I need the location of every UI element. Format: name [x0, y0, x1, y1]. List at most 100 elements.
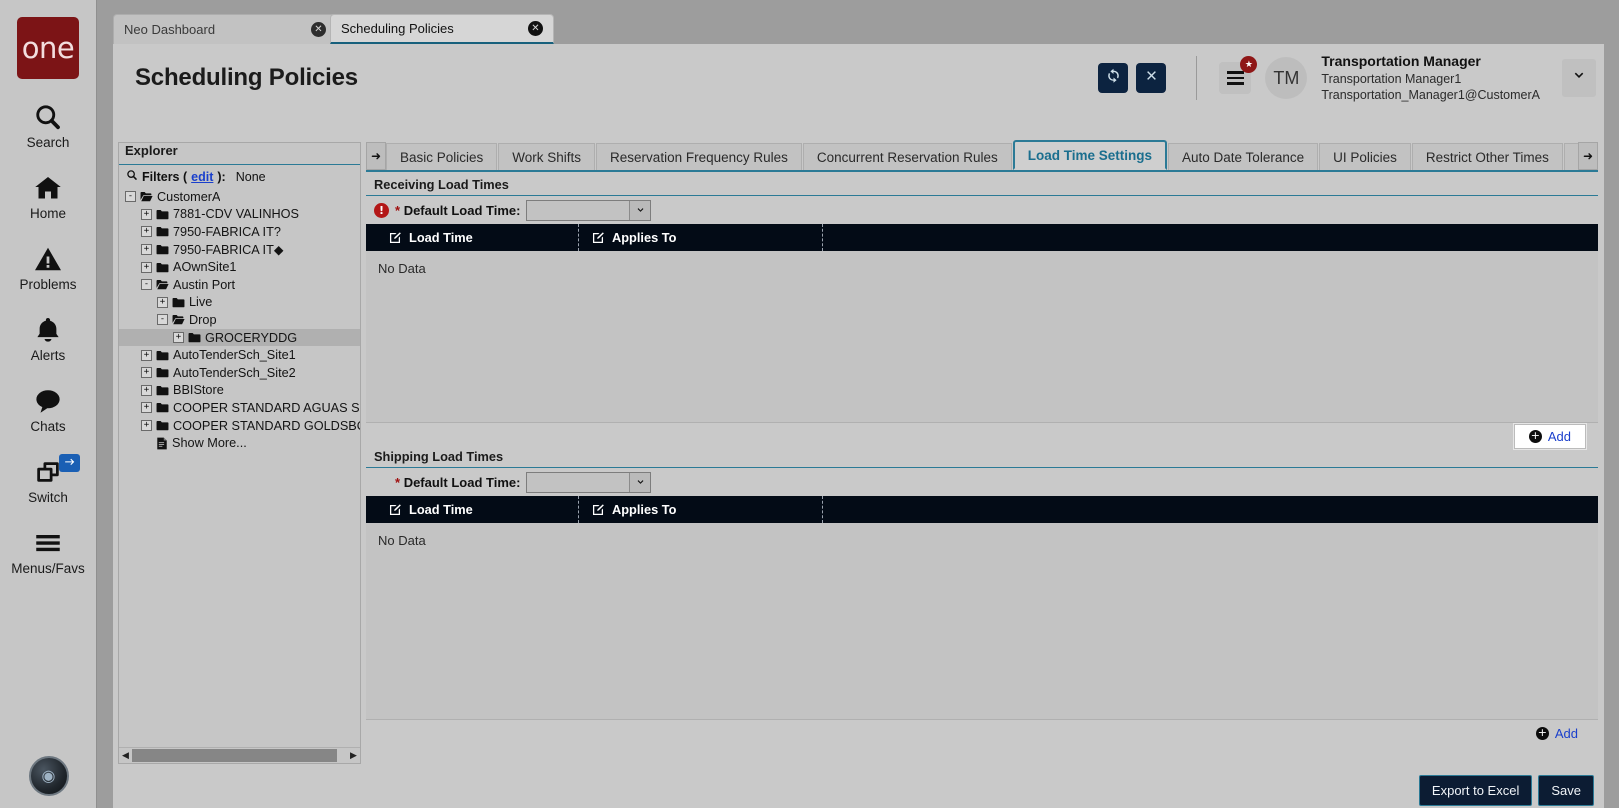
rail-label-problems: Problems — [19, 277, 77, 292]
scrollbar-thumb[interactable] — [132, 749, 337, 762]
expand-toggle-icon[interactable]: + — [141, 384, 152, 396]
expand-toggle-icon[interactable]: + — [141, 226, 152, 238]
expand-toggle-icon[interactable]: + — [141, 261, 152, 273]
expand-toggle-icon[interactable]: + — [173, 332, 184, 344]
collapse-toggle-icon[interactable]: - — [157, 314, 168, 326]
explorer-filters-row: Filters (edit): None — [119, 165, 360, 187]
refresh-button[interactable] — [1098, 63, 1129, 93]
plus-circle-icon: + — [1535, 725, 1549, 740]
tree-node[interactable]: + COOPER STANDARD AGUAS SEALING (3 — [119, 399, 360, 417]
folder-closed-icon — [156, 244, 169, 255]
filters-edit-link[interactable]: edit — [191, 170, 213, 184]
shipping-col-load-time[interactable]: Load Time — [366, 496, 578, 523]
expand-toggle-icon[interactable]: + — [141, 208, 152, 220]
expand-toggle-icon[interactable]: + — [141, 402, 152, 414]
browser-tab-scheduling-policies[interactable]: Scheduling Policies ✕ — [330, 14, 554, 44]
tree-node[interactable]: Show More... — [119, 434, 360, 452]
x-icon — [1144, 68, 1159, 88]
tabs-scroll-left-button[interactable]: ➜ — [366, 142, 386, 170]
swap-arrows-icon[interactable] — [58, 454, 80, 472]
folder-open-icon — [156, 279, 169, 290]
caret-right-icon[interactable]: ▶ — [347, 751, 360, 761]
caret-left-icon[interactable]: ◀ — [119, 751, 132, 761]
shipping-col-applies-to[interactable]: Applies To — [578, 496, 822, 523]
chevron-down-icon[interactable] — [629, 200, 651, 220]
rail-item-switch[interactable]: Switch — [0, 454, 97, 505]
explorer-hscrollbar[interactable]: ◀ ▶ — [119, 747, 360, 763]
policy-tabs-scroller: Basic Policies Work Shifts Reservation Fre… — [386, 140, 1578, 170]
policy-tab-restrict-other-times[interactable]: Restrict Other Times — [1411, 143, 1563, 170]
rail-item-search[interactable]: Search — [0, 101, 97, 150]
close-page-button[interactable] — [1136, 63, 1167, 93]
user-menu-button[interactable] — [1562, 59, 1596, 97]
assistant-orb-icon[interactable]: ◉ — [28, 756, 69, 796]
receiving-col-applies-to[interactable]: Applies To — [578, 224, 822, 251]
close-circle-icon[interactable]: ✕ — [311, 22, 326, 37]
receiving-default-load-time-select[interactable] — [526, 199, 652, 221]
rail-label-menus-favs: Menus/Favs — [11, 561, 85, 576]
pencil-edit-icon[interactable] — [388, 503, 402, 517]
tabs-scroll-right-button[interactable]: ➜ — [1578, 142, 1598, 170]
close-circle-icon[interactable]: ✕ — [528, 21, 543, 36]
rail-item-home[interactable]: Home — [0, 172, 97, 221]
tree-node[interactable]: + BBIStore — [119, 382, 360, 400]
rail-label-home: Home — [29, 206, 66, 221]
tree-node[interactable]: + GROCERYDDG — [119, 328, 360, 347]
policy-tab-basic-policies[interactable]: Basic Policies — [386, 143, 498, 170]
app-menu-button[interactable]: ★ — [1219, 56, 1258, 94]
expand-toggle-icon[interactable]: + — [141, 367, 152, 379]
explorer-tree[interactable]: - CustomerA +7881-CDV VALINHOS +7950-FABRIC… — [119, 187, 360, 747]
tree-node[interactable]: + COOPER STANDARD GOLDSBORO — [119, 417, 360, 435]
shipping-default-load-time-select[interactable] — [526, 471, 652, 493]
receiving-col-load-time[interactable]: Load Time — [366, 224, 578, 251]
shipping-add-label: Add — [1554, 725, 1578, 741]
tree-node-label: BBIStore — [173, 383, 224, 398]
rail-item-menus-favs[interactable]: Menus/Favs — [0, 527, 97, 576]
expand-toggle-icon[interactable]: + — [157, 296, 168, 308]
export-to-excel-button[interactable]: Export to Excel — [1418, 774, 1533, 806]
tree-node-label: Show More... — [172, 436, 247, 451]
policy-tab-reservation-frequency-rules[interactable]: Reservation Frequency Rules — [596, 143, 802, 170]
save-button[interactable]: Save — [1538, 774, 1594, 806]
tree-node-label: COOPER STANDARD GOLDSBORO — [173, 418, 360, 433]
rail-item-chats[interactable]: Chats — [0, 385, 97, 434]
pencil-edit-icon[interactable] — [591, 503, 605, 517]
policy-tab-restrict-n[interactable]: Restrict N — [1563, 143, 1578, 170]
collapse-toggle-icon[interactable]: - — [125, 191, 136, 203]
tree-node[interactable]: + Live — [119, 294, 360, 312]
expand-toggle-icon[interactable]: + — [141, 420, 152, 432]
shipping-add-button[interactable]: + Add — [1528, 722, 1586, 745]
expand-toggle-icon[interactable]: + — [141, 349, 152, 361]
policy-tab-ui-policies[interactable]: UI Policies — [1319, 143, 1411, 170]
browser-tab-neo-dashboard[interactable]: Neo Dashboard ✕ — [113, 14, 337, 44]
rail-item-alerts[interactable]: Alerts — [0, 314, 97, 363]
tree-node[interactable]: - Drop — [119, 311, 360, 329]
one-logo[interactable]: one — [17, 17, 79, 79]
avatar[interactable]: TM — [1265, 57, 1308, 99]
rail-label-alerts: Alerts — [30, 348, 66, 363]
policy-tab-auto-date-tolerance[interactable]: Auto Date Tolerance — [1168, 143, 1319, 170]
tree-node[interactable]: + AutoTenderSch_Site2 — [119, 364, 360, 382]
tree-node-label: COOPER STANDARD AGUAS SEALING (3 — [173, 400, 360, 415]
receiving-add-button[interactable]: + Add — [1513, 423, 1586, 449]
refresh-icon — [1105, 67, 1122, 89]
collapse-toggle-icon[interactable]: - — [141, 279, 152, 291]
tree-node[interactable]: +7950-FABRICA IT? — [119, 223, 360, 241]
policy-tab-work-shifts[interactable]: Work Shifts — [498, 143, 596, 170]
chevron-down-icon[interactable] — [629, 472, 651, 492]
rail-item-problems[interactable]: Problems — [0, 243, 97, 292]
arrow-right-icon: ➜ — [1582, 149, 1594, 163]
tree-node[interactable]: - Austin Port — [119, 276, 360, 294]
pencil-edit-icon[interactable] — [388, 231, 402, 245]
tree-node[interactable]: +7950-FABRICA IT◆ — [119, 241, 360, 259]
tree-node[interactable]: + AutoTenderSch_Site1 — [119, 346, 360, 364]
tree-node[interactable]: + AOwnSite1 — [119, 258, 360, 276]
expand-toggle-icon[interactable]: + — [141, 244, 152, 256]
pencil-edit-icon[interactable] — [591, 231, 605, 245]
scrollbar-track[interactable] — [132, 749, 347, 762]
policy-tab-load-time-settings[interactable]: Load Time Settings — [1012, 140, 1168, 170]
tree-node[interactable]: +7881-CDV VALINHOS — [119, 206, 360, 224]
policy-tab-concurrent-reservation-rules[interactable]: Concurrent Reservation Rules — [802, 143, 1012, 170]
tree-node[interactable]: - CustomerA — [119, 188, 360, 206]
receiving-col-applies-to-label: Applies To — [612, 230, 677, 245]
